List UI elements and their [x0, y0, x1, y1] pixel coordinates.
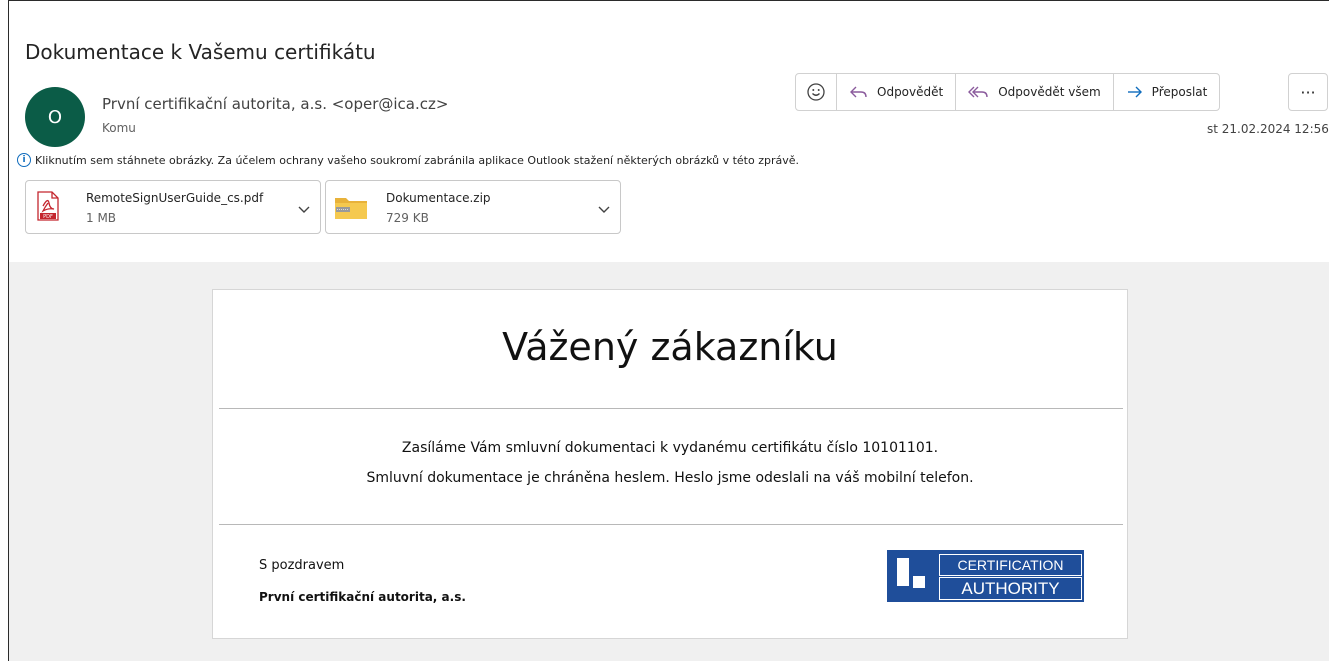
- message-actions-toolbar: Odpovědět Odpovědět všem Přeposlat: [795, 73, 1221, 111]
- logo-text-line-1: CERTIFICATION: [939, 554, 1082, 576]
- attachment-pdf[interactable]: PDF RemoteSignUserGuide_cs.pdf 1 MB: [25, 180, 321, 234]
- more-actions-button[interactable]: ···: [1288, 73, 1328, 111]
- email-subject: Dokumentace k Vašemu certifikátu: [25, 40, 376, 64]
- pdf-icon: PDF: [36, 191, 60, 225]
- info-icon: i: [17, 153, 31, 167]
- reply-all-icon: [968, 84, 990, 100]
- divider: [219, 524, 1123, 525]
- blocked-images-text: Kliknutím sem stáhnete obrázky. Za účele…: [35, 153, 800, 167]
- logo-text-line-2: AUTHORITY: [939, 577, 1082, 600]
- attachment-name: Dokumentace.zip: [386, 191, 491, 205]
- zip-folder-icon: [334, 194, 368, 224]
- chevron-down-icon[interactable]: [598, 199, 610, 218]
- message-body-card: Vážený zákazníku Zasíláme Vám smluvní do…: [212, 289, 1128, 639]
- forward-label: Přeposlat: [1151, 85, 1208, 99]
- logo-i-mark-icon: [889, 552, 935, 600]
- reply-label: Odpovědět: [877, 85, 944, 99]
- attachment-name: RemoteSignUserGuide_cs.pdf: [86, 191, 264, 205]
- chevron-down-icon[interactable]: [298, 199, 310, 218]
- forward-arrow-icon: [1126, 84, 1144, 100]
- sender-name[interactable]: První certifikační autorita, a.s. <oper@…: [102, 95, 448, 113]
- window-frame-top: [8, 0, 1329, 1]
- react-button[interactable]: [796, 74, 837, 110]
- svg-text:PDF: PDF: [43, 214, 53, 220]
- body-text-line-2: Smluvní dokumentace je chráněna heslem. …: [366, 470, 974, 486]
- attachment-size: 729 KB: [386, 211, 429, 225]
- body-text-line-1: Zasíláme Vám smluvní dokumentaci k vydan…: [401, 440, 939, 456]
- signature-company: První certifikační autorita, a.s.: [259, 590, 466, 604]
- attachment-zip[interactable]: Dokumentace.zip 729 KB: [325, 180, 621, 234]
- reply-icon: [849, 84, 869, 100]
- blocked-images-notice[interactable]: i Kliknutím sem stáhnete obrázky. Za úče…: [17, 153, 799, 167]
- closing-regards: S pozdravem: [259, 558, 345, 573]
- sender-avatar[interactable]: O: [25, 87, 85, 147]
- forward-button[interactable]: Přeposlat: [1114, 74, 1220, 110]
- reply-button[interactable]: Odpovědět: [837, 74, 957, 110]
- reply-all-label: Odpovědět všem: [998, 85, 1101, 99]
- attachment-size: 1 MB: [86, 211, 117, 225]
- received-date: st 21.02.2024 12:56: [1207, 122, 1329, 136]
- smiley-icon: [806, 82, 826, 102]
- certification-authority-logo: CERTIFICATION AUTHORITY: [887, 550, 1084, 602]
- reply-all-button[interactable]: Odpovědět všem: [956, 74, 1114, 110]
- to-label[interactable]: Komu: [102, 121, 136, 135]
- greeting-heading: Vážený zákazníku: [502, 325, 838, 369]
- divider: [219, 408, 1123, 409]
